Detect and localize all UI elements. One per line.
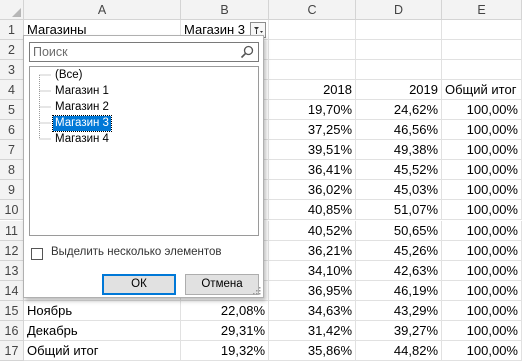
cell-a16[interactable]: Декабрь <box>24 320 181 341</box>
cell-c12[interactable]: 36,21% <box>269 240 356 261</box>
ok-button[interactable]: ОК <box>102 274 176 295</box>
cell-c11[interactable]: 40,52% <box>269 220 356 241</box>
items-tree: (Все) Магазин 1 Магазин 2 Магазин 3 Мага… <box>29 66 259 236</box>
row-header[interactable]: 13 <box>0 260 24 281</box>
cell-e10[interactable]: 100,00% <box>442 200 522 221</box>
cell-e8[interactable]: 100,00% <box>442 160 522 181</box>
cell-c15[interactable]: 34,63% <box>269 300 356 321</box>
tree-item-all[interactable]: (Все) <box>53 68 84 83</box>
cell-d3[interactable] <box>356 60 442 81</box>
cell-c5[interactable]: 19,70% <box>269 100 356 121</box>
row-header[interactable]: 8 <box>0 160 24 181</box>
cell-d5[interactable]: 24,62% <box>356 100 442 121</box>
row-header[interactable]: 17 <box>0 340 24 361</box>
cell-d2[interactable] <box>356 40 442 61</box>
row-header[interactable]: 4 <box>0 80 24 101</box>
row-header[interactable]: 12 <box>0 240 24 261</box>
cell-d1[interactable] <box>356 20 442 41</box>
resize-grip-icon[interactable] <box>253 287 261 295</box>
cell-d6[interactable]: 46,56% <box>356 120 442 141</box>
row-header[interactable]: 10 <box>0 200 24 221</box>
cell-d11[interactable]: 50,65% <box>356 220 442 241</box>
cell-c8[interactable]: 36,41% <box>269 160 356 181</box>
cell-d17[interactable]: 44,82% <box>356 340 442 361</box>
cell-c9[interactable]: 36,02% <box>269 180 356 201</box>
cell-c2[interactable] <box>269 40 356 61</box>
multi-select-checkbox[interactable] <box>31 248 43 260</box>
cell-c7[interactable]: 39,51% <box>269 140 356 161</box>
tree-item-store-4[interactable]: Магазин 4 <box>53 132 111 147</box>
cell-e13[interactable]: 100,00% <box>442 260 522 281</box>
cell-e16[interactable]: 100,00% <box>442 320 522 341</box>
cell-e6[interactable]: 100,00% <box>442 120 522 141</box>
row-header[interactable]: 7 <box>0 140 24 161</box>
row-header[interactable]: 5 <box>0 100 24 121</box>
cell-c6[interactable]: 37,25% <box>269 120 356 141</box>
cell-c13[interactable]: 34,10% <box>269 260 356 281</box>
cancel-button[interactable]: Отмена <box>185 274 259 295</box>
cell-c16[interactable]: 31,42% <box>269 320 356 341</box>
cell-c3[interactable] <box>269 60 356 81</box>
row-header[interactable]: 15 <box>0 300 24 321</box>
cell-e17[interactable]: 100,00% <box>442 340 522 361</box>
cell-e2[interactable] <box>442 40 522 61</box>
tree-item-store-3[interactable]: Магазин 3 <box>52 115 112 132</box>
cell-e15[interactable]: 100,00% <box>442 300 522 321</box>
cell-e9[interactable]: 100,00% <box>442 180 522 201</box>
filter-dropdown-panel: (Все) Магазин 1 Магазин 2 Магазин 3 Мага… <box>23 35 264 298</box>
select-all-corner[interactable] <box>0 0 24 20</box>
cell-d15[interactable]: 43,29% <box>356 300 442 321</box>
cell-d13[interactable]: 42,63% <box>356 260 442 281</box>
row-header[interactable]: 11 <box>0 220 24 241</box>
row-header[interactable]: 14 <box>0 280 24 301</box>
row-header[interactable]: 3 <box>0 60 24 81</box>
cell-e14[interactable]: 100,00% <box>442 280 522 301</box>
cell-a15[interactable]: Ноябрь <box>24 300 181 321</box>
column-header-b[interactable]: B <box>181 0 269 20</box>
cell-b17[interactable]: 19,32% <box>181 340 269 361</box>
search-icon <box>240 45 254 59</box>
cell-c1[interactable] <box>269 20 356 41</box>
tree-item-store-2[interactable]: Магазин 2 <box>53 100 111 115</box>
cell-d4[interactable]: 2019 <box>356 80 442 101</box>
cell-e12[interactable]: 100,00% <box>442 240 522 261</box>
cell-a17[interactable]: Общий итог <box>24 340 181 361</box>
cell-d14[interactable]: 46,19% <box>356 280 442 301</box>
search-box[interactable] <box>29 42 259 62</box>
row-header[interactable]: 1 <box>0 20 24 41</box>
column-header-c[interactable]: C <box>269 0 356 20</box>
cell-e11[interactable]: 100,00% <box>442 220 522 241</box>
tree-item-store-1[interactable]: Магазин 1 <box>53 84 111 99</box>
cell-b15[interactable]: 22,08% <box>181 300 269 321</box>
select-all-corner-icon <box>12 8 21 17</box>
row-header[interactable]: 16 <box>0 320 24 341</box>
cell-d7[interactable]: 49,38% <box>356 140 442 161</box>
cell-e4[interactable]: Общий итог <box>442 80 522 101</box>
cell-d9[interactable]: 45,03% <box>356 180 442 201</box>
cell-e1[interactable] <box>442 20 522 41</box>
cell-d10[interactable]: 51,07% <box>356 200 442 221</box>
column-header-d[interactable]: D <box>356 0 442 20</box>
cell-d16[interactable]: 39,27% <box>356 320 442 341</box>
row-header[interactable]: 2 <box>0 40 24 61</box>
cell-d12[interactable]: 45,26% <box>356 240 442 261</box>
row-header[interactable]: 9 <box>0 180 24 201</box>
cell-c14[interactable]: 36,95% <box>269 280 356 301</box>
cell-c17[interactable]: 35,86% <box>269 340 356 361</box>
tree-connector-lines <box>39 74 51 140</box>
cell-e5[interactable]: 100,00% <box>442 100 522 121</box>
cell-d8[interactable]: 45,52% <box>356 160 442 181</box>
cell-b16[interactable]: 29,31% <box>181 320 269 341</box>
column-header-e[interactable]: E <box>442 0 522 20</box>
cell-e3[interactable] <box>442 60 522 81</box>
row-header[interactable]: 6 <box>0 120 24 141</box>
column-header-a[interactable]: A <box>24 0 181 20</box>
cell-c4[interactable]: 2018 <box>269 80 356 101</box>
cell-c10[interactable]: 40,85% <box>269 200 356 221</box>
search-input[interactable] <box>33 44 233 60</box>
multi-select-label: Выделить несколько элементов <box>51 246 222 258</box>
cell-e7[interactable]: 100,00% <box>442 140 522 161</box>
